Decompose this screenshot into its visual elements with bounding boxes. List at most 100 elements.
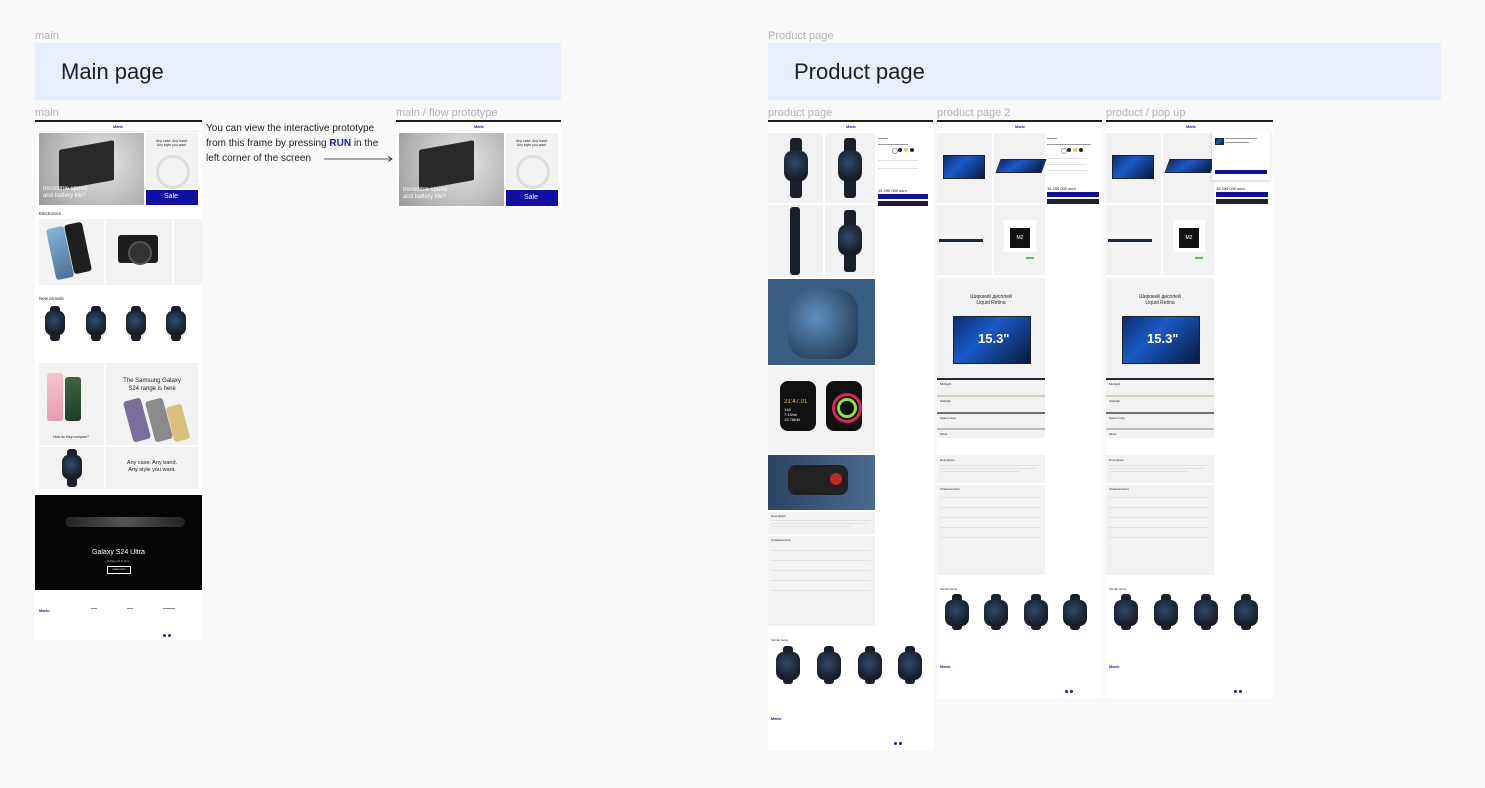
gallery-image-7[interactable]	[768, 455, 875, 510]
color-option-silver-image[interactable]	[1106, 428, 1214, 430]
watch-image[interactable]	[166, 311, 186, 335]
gallery-image-1[interactable]	[768, 133, 823, 203]
flow-prototype-frame[interactable]: Marki Incredible speed and battery life?…	[396, 120, 561, 207]
add-to-cart-button[interactable]	[878, 201, 928, 206]
checkout-button[interactable]	[1215, 170, 1267, 174]
band-card[interactable]: Any case. Any band. Any style you want.	[106, 447, 198, 489]
watch-image[interactable]	[1194, 600, 1218, 626]
watch-image[interactable]	[776, 652, 800, 680]
electronics-card-phone[interactable]	[39, 219, 104, 285]
sale-button[interactable]: Sale	[146, 190, 198, 205]
color-option-midnight-image[interactable]	[937, 378, 1045, 380]
footer-logo[interactable]: Marki	[771, 716, 781, 721]
color-option-silver-image[interactable]	[937, 428, 1045, 430]
gallery-image-3[interactable]	[937, 205, 992, 275]
header-logo[interactable]: Marki	[474, 124, 484, 129]
header-logo[interactable]: Marki	[1186, 124, 1196, 129]
color-option-midnight-image[interactable]	[1106, 378, 1214, 380]
buy-button[interactable]	[1047, 192, 1099, 197]
main-frame[interactable]: Marki Incredible speed and battery life?…	[35, 120, 202, 640]
watch-image[interactable]	[1234, 600, 1258, 626]
add-to-cart-button[interactable]	[1047, 199, 1099, 204]
buy-button[interactable]	[1216, 192, 1268, 197]
footer-logo[interactable]: Marki	[1109, 664, 1119, 669]
watch-image[interactable]	[817, 652, 841, 680]
frame-label-product-2[interactable]: product page 2	[937, 107, 1010, 119]
gallery-image-2[interactable]	[994, 133, 1047, 203]
social-icon[interactable]	[1234, 690, 1237, 693]
gallery-image-6[interactable]: 21:47.01 148 7:13/ml 13.78KM	[768, 367, 875, 453]
color-swatch[interactable]	[1073, 148, 1077, 152]
social-icon[interactable]	[899, 742, 902, 745]
watch-image[interactable]	[45, 311, 65, 335]
watch-image[interactable]	[86, 311, 106, 335]
compare-card[interactable]: How do they compare?	[39, 363, 104, 445]
add-to-cart-button[interactable]	[1216, 199, 1268, 204]
social-icon[interactable]	[1239, 690, 1242, 693]
product-page-2-frame[interactable]: Marki M2 Широкий дисплей Liquid Retina 1…	[937, 120, 1102, 698]
side-card[interactable]: Any case. Any band. Any style you want.	[146, 133, 198, 189]
social-icon[interactable]	[1065, 690, 1068, 693]
buy-button[interactable]	[878, 194, 928, 199]
samsung-card[interactable]: The Samsung Galaxy S24 range is here	[106, 363, 198, 445]
header-logo[interactable]: Marki	[113, 124, 123, 129]
footer-logo[interactable]: Marki	[39, 608, 49, 613]
color-swatch[interactable]	[1079, 148, 1083, 152]
frame-label-main[interactable]: main	[35, 107, 59, 119]
s24-learn-more-button[interactable]: Learn more	[107, 566, 131, 574]
watch-image[interactable]	[945, 600, 969, 626]
watch-image[interactable]	[126, 311, 146, 335]
gallery-image-5[interactable]	[768, 279, 875, 365]
s24-banner[interactable]: Galaxy S24 Ultra Galaxy AI is here Learn…	[35, 495, 202, 590]
sale-button[interactable]: Sale	[506, 190, 558, 206]
product-page-frame[interactable]: Marki 21:47.01 148 7:13/ml 13.78KM 15 29…	[768, 120, 933, 750]
social-icon[interactable]	[894, 742, 897, 745]
color-option-space-gray-image[interactable]	[937, 412, 1045, 414]
footer-link[interactable]	[127, 608, 133, 609]
color-swatch[interactable]	[1067, 148, 1071, 152]
social-icon[interactable]	[168, 634, 171, 637]
gallery-image-4[interactable]	[825, 205, 875, 277]
watch-image[interactable]	[1154, 600, 1178, 626]
color-swatch[interactable]	[910, 148, 914, 152]
gallery-image-1[interactable]	[1106, 133, 1161, 203]
social-icon[interactable]	[163, 634, 166, 637]
watch-image[interactable]	[984, 600, 1008, 626]
watch-activity-image	[826, 381, 862, 431]
electronics-card-partial[interactable]	[174, 219, 202, 285]
hero-banner[interactable]: Incredible speed and battery life?	[399, 133, 504, 206]
color-option-starlight-image[interactable]	[1106, 395, 1214, 397]
header-logo[interactable]: Marki	[1015, 124, 1025, 129]
header-logo[interactable]: Marki	[846, 124, 856, 129]
color-swatch[interactable]	[898, 148, 902, 152]
frame-label-flow[interactable]: main / flow prototype	[396, 107, 498, 119]
gallery-image-2[interactable]	[825, 133, 875, 203]
frame-label-product[interactable]: product page	[768, 107, 832, 119]
social-icon[interactable]	[1070, 690, 1073, 693]
popup-frame[interactable]: Marki M2 Широкий дисплей Liquid Retina 1…	[1106, 120, 1273, 698]
gallery-image-1[interactable]	[937, 133, 992, 203]
gallery-image-4[interactable]: M2	[994, 205, 1045, 275]
footer-logo[interactable]: Marki	[940, 664, 950, 669]
color-option-starlight-image[interactable]	[937, 395, 1045, 397]
side-card[interactable]: Any case. Any band. Any style you want.	[506, 133, 558, 189]
watch-image	[838, 225, 862, 255]
electronics-card-camera[interactable]	[106, 219, 172, 285]
watch-image[interactable]	[1114, 600, 1138, 626]
gallery-image-3[interactable]	[768, 205, 823, 277]
watch-image[interactable]	[1024, 600, 1048, 626]
gallery-image-2[interactable]	[1163, 133, 1216, 203]
hero-banner[interactable]: Incredible speed and battery life?	[39, 133, 144, 205]
gallery-image-3[interactable]	[1106, 205, 1161, 275]
footer-link[interactable]	[91, 608, 97, 609]
gallery-image-4[interactable]: M2	[1163, 205, 1214, 275]
cart-popup[interactable]	[1212, 130, 1270, 180]
watch-image[interactable]	[1063, 600, 1087, 626]
footer-link[interactable]	[163, 608, 175, 609]
watch-image[interactable]	[898, 652, 922, 680]
color-option-space-gray-image[interactable]	[1106, 412, 1214, 414]
frame-label-popup[interactable]: product / pop up	[1106, 107, 1186, 119]
watch-image[interactable]	[858, 652, 882, 680]
color-swatch[interactable]	[904, 148, 908, 152]
band-card-image[interactable]	[39, 447, 104, 489]
